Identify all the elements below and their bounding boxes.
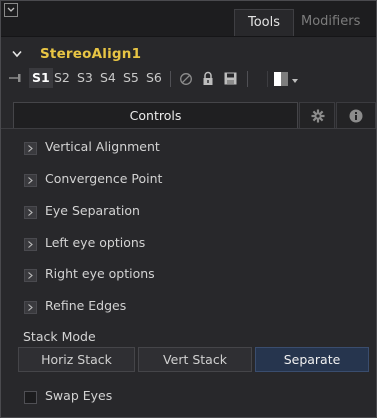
section-label: Eye Separation — [45, 203, 140, 218]
section-left-eye-options[interactable]: Left eye options — [1, 234, 301, 254]
tab-tools[interactable]: Tools — [234, 9, 294, 36]
panel-divider — [1, 128, 376, 129]
expand-arrow-icon[interactable] — [24, 142, 37, 155]
section-label: Right eye options — [45, 266, 155, 281]
section-label: Left eye options — [45, 235, 146, 250]
inspector-tab-strip: Tools Modifiers — [1, 1, 376, 37]
version-s1[interactable]: S1 — [29, 68, 53, 88]
expand-arrow-icon[interactable] — [24, 301, 37, 314]
node-title: StereoAlign1 — [40, 46, 142, 62]
node-header[interactable]: StereoAlign1 — [1, 45, 376, 65]
section-eye-separation[interactable]: Eye Separation — [1, 202, 301, 222]
color-swatch-icon[interactable] — [274, 72, 288, 86]
expand-arrow-icon[interactable] — [24, 206, 37, 219]
expand-arrow-icon[interactable] — [24, 238, 37, 251]
expand-arrow-icon[interactable] — [24, 174, 37, 187]
save-icon[interactable] — [224, 72, 237, 85]
version-toolbar: S1 S2 S3 S4 S5 S6 — [1, 67, 376, 91]
toolbar-divider — [170, 71, 171, 87]
gear-icon — [311, 109, 325, 123]
stack-mode-label: Stack Mode — [23, 329, 96, 344]
expand-arrow-icon[interactable] — [24, 269, 37, 282]
pin-icon[interactable] — [9, 73, 23, 83]
toolbar-divider-2 — [247, 71, 248, 87]
vert-stack-button[interactable]: Vert Stack — [138, 347, 252, 372]
section-label: Vertical Alignment — [45, 139, 160, 154]
version-s5[interactable]: S5 — [123, 70, 139, 85]
tab-controls[interactable]: Controls — [13, 102, 298, 128]
section-label: Refine Edges — [45, 298, 127, 313]
info-icon — [349, 109, 363, 123]
section-vertical-alignment[interactable]: Vertical Alignment — [1, 138, 301, 158]
version-s4[interactable]: S4 — [100, 70, 116, 85]
chevron-down-icon[interactable] — [12, 50, 22, 58]
version-s3[interactable]: S3 — [77, 70, 93, 85]
collapse-icon[interactable] — [4, 3, 18, 17]
section-label: Convergence Point — [45, 171, 163, 186]
tab-settings[interactable] — [299, 102, 335, 128]
tab-modifiers[interactable]: Modifiers — [301, 9, 360, 36]
swap-eyes-checkbox[interactable] — [24, 391, 37, 404]
section-right-eye-options[interactable]: Right eye options — [1, 265, 301, 285]
separate-button[interactable]: Separate — [255, 347, 369, 372]
inspector-subtabs: Controls — [1, 102, 376, 128]
chevron-down-icon[interactable] — [292, 79, 298, 83]
inspector-panel: Tools Modifiers StereoAlign1 S1 S2 S3 S4… — [0, 0, 377, 418]
tab-info[interactable] — [336, 102, 376, 128]
reset-icon[interactable] — [179, 72, 193, 86]
section-convergence-point[interactable]: Convergence Point — [1, 170, 301, 190]
lock-icon[interactable] — [202, 71, 214, 86]
section-refine-edges[interactable]: Refine Edges — [1, 297, 301, 317]
toolbar-divider-3 — [267, 71, 268, 87]
version-s2[interactable]: S2 — [54, 70, 70, 85]
version-s6[interactable]: S6 — [146, 70, 162, 85]
horiz-stack-button[interactable]: Horiz Stack — [18, 347, 135, 372]
swap-eyes-label: Swap Eyes — [45, 388, 113, 403]
